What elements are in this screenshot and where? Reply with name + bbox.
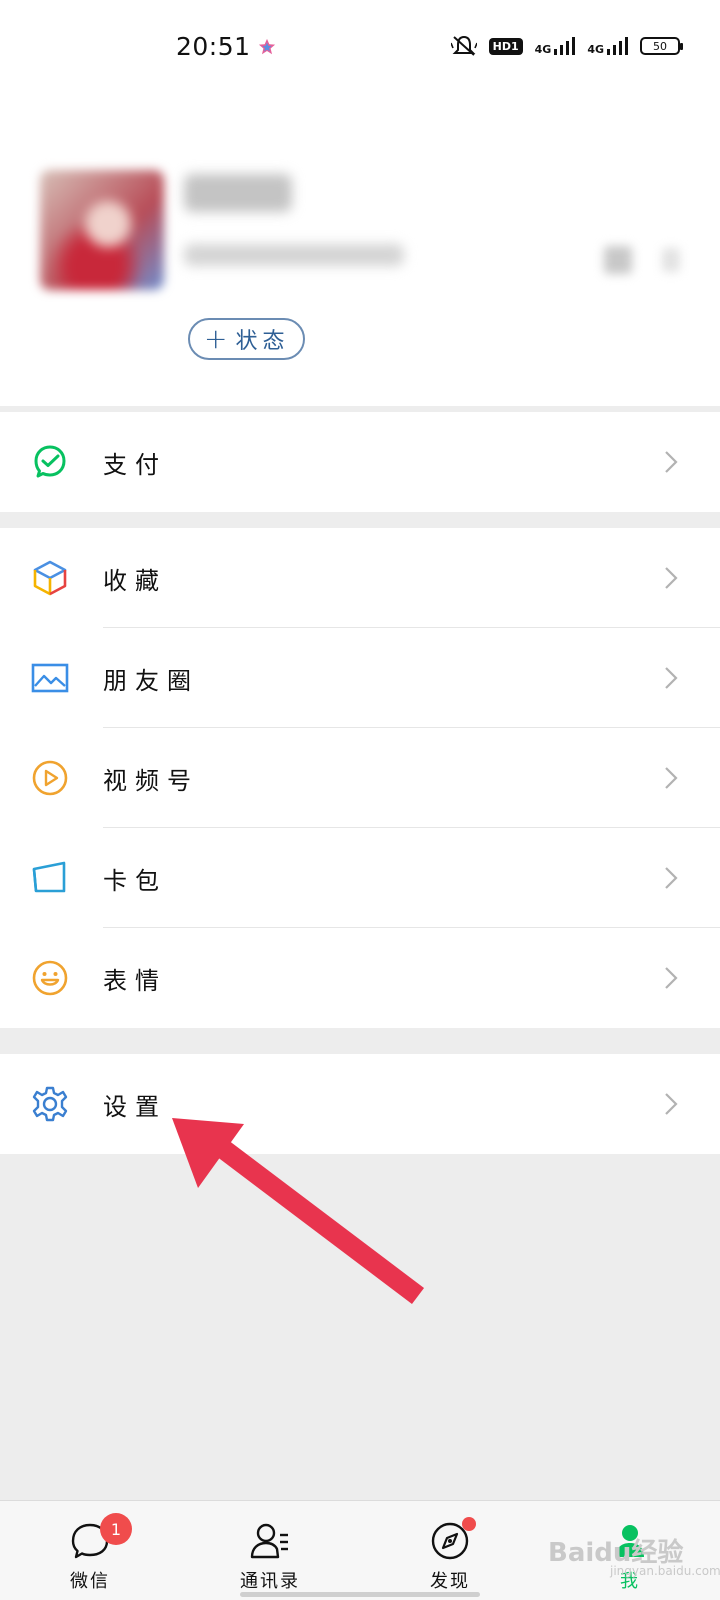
network-type-2: 4G	[587, 43, 604, 56]
pay-icon	[30, 442, 70, 482]
menu-group-settings: 设置	[0, 1054, 720, 1154]
battery-icon: 50	[640, 37, 683, 55]
bell-muted-icon	[450, 35, 477, 56]
tab-contacts[interactable]: 通讯录	[180, 1501, 360, 1600]
chevron-right-icon	[665, 867, 678, 889]
chevron-right-icon	[665, 1093, 678, 1115]
channels-play-icon	[30, 758, 70, 798]
profile-header[interactable]: + 状态	[0, 96, 720, 406]
tab-chats[interactable]: 微信 1	[0, 1501, 180, 1600]
clock: 20:51	[176, 32, 251, 61]
tab-label: 通讯录	[240, 1571, 300, 1592]
avatar[interactable]	[40, 170, 164, 290]
chevron-right-icon	[665, 967, 678, 989]
add-status-button[interactable]: + 状态	[188, 318, 306, 360]
network-type-1: 4G	[534, 43, 552, 56]
watermark-url: jingyan.baidu.com	[610, 1564, 720, 1578]
plus-icon: +	[204, 322, 228, 355]
menu-group-main: 收藏 朋友圈 视频号 卡包 表情	[0, 528, 720, 1028]
chevron-right-icon	[665, 667, 678, 689]
menu-item-label: 收藏	[103, 566, 167, 595]
wechat-id-blurred	[184, 244, 404, 266]
menu-item-label: 表情	[103, 966, 167, 995]
moments-picture-icon	[30, 658, 70, 698]
add-status-label: 状态	[235, 329, 290, 354]
contacts-icon	[250, 1523, 288, 1559]
favorites-cube-icon	[30, 558, 70, 598]
menu-item-favorites[interactable]: 收藏	[0, 528, 720, 628]
signal-bars-icon	[554, 37, 576, 55]
qr-code-icon[interactable]	[604, 246, 632, 274]
chevron-right-icon	[665, 567, 678, 589]
hd-badge: HD1	[488, 37, 523, 55]
card-wallet-icon	[30, 858, 70, 898]
menu-item-cards[interactable]: 卡包	[0, 828, 720, 928]
menu-group-pay: 支付	[0, 412, 720, 512]
tab-discover[interactable]: 发现	[360, 1501, 540, 1600]
menu-item-label: 朋友圈	[103, 666, 199, 695]
menu-item-pay[interactable]: 支付	[0, 412, 720, 512]
smiley-icon	[30, 958, 70, 998]
signal-bars-icon	[607, 37, 628, 55]
menu-item-label: 支付	[103, 450, 167, 479]
star-icon	[258, 38, 276, 55]
menu-item-label: 设置	[103, 1092, 167, 1121]
chevron-right-icon	[665, 767, 678, 789]
gear-icon	[30, 1084, 70, 1124]
unread-badge: 1	[100, 1513, 132, 1545]
menu-item-label: 卡包	[103, 866, 167, 895]
status-bar: 20:51 HD1 4G 4G 50	[0, 0, 720, 96]
chevron-right-icon	[662, 248, 680, 272]
signal-1: 4G	[535, 36, 576, 56]
tab-label: 发现	[430, 1571, 470, 1592]
menu-item-stickers[interactable]: 表情	[0, 928, 720, 1028]
tab-label: 微信	[70, 1571, 110, 1592]
chevron-right-icon	[665, 451, 678, 473]
signal-2: 4G	[587, 36, 628, 56]
status-icons: HD1 4G 4G 50	[450, 34, 683, 58]
nickname-blurred	[184, 174, 292, 212]
notification-dot	[462, 1517, 476, 1531]
home-indicator[interactable]	[240, 1592, 480, 1597]
menu-item-settings[interactable]: 设置	[0, 1054, 720, 1154]
menu-item-label: 视频号	[103, 766, 199, 795]
menu-item-moments[interactable]: 朋友圈	[0, 628, 720, 728]
menu-item-channels[interactable]: 视频号	[0, 728, 720, 828]
